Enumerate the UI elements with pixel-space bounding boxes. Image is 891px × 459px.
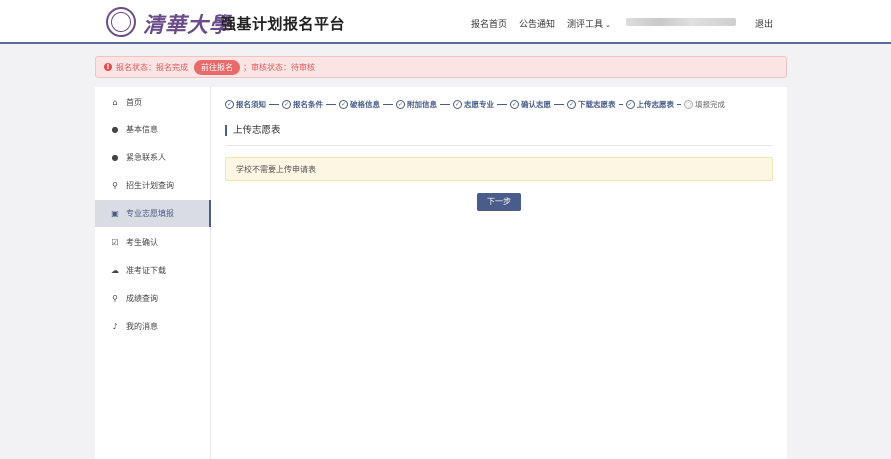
step-label: 下载志愿表 [578, 100, 616, 109]
sidebar-item-label: 我的消息 [126, 322, 158, 331]
step-connector [383, 104, 393, 105]
user-icon: ● [111, 153, 119, 162]
step-label: 报名条件 [293, 100, 323, 109]
university-seal-logo [106, 7, 136, 37]
step-1: ✓ 报名须知 [225, 99, 266, 110]
check-circle-icon: ✓ [396, 100, 405, 109]
step-4: ✓ 附加信息 [396, 99, 437, 110]
nav-notices-link[interactable]: 公告通知 [519, 17, 555, 30]
home-icon: ⌂ [112, 98, 118, 107]
step-3: ✓ 破格信息 [339, 99, 380, 110]
search-icon: ⚲ [112, 181, 118, 190]
check-circle-icon: ✓ [510, 100, 519, 109]
step-5: ✓ 志愿专业 [453, 99, 494, 110]
site-title: 强基计划报名平台 [221, 15, 346, 33]
sidebar: ⌂ 首页 ● 基本信息 ● 紧急联系人 ⚲ 招生计划查询 ▣ 专业志愿填报 ☑ 考生确认 ☁… [95, 87, 211, 459]
step-connector [440, 104, 450, 105]
sidebar-item-label: 准考证下载 [126, 266, 166, 275]
go-register-button[interactable]: 前往报名 [194, 59, 240, 75]
sidebar-item-label: 考生确认 [126, 238, 158, 247]
sidebar-item-label: 专业志愿填报 [126, 209, 174, 218]
sidebar-item-emergency-contact[interactable]: ● 紧急联系人 [95, 144, 211, 171]
step-6: ✓ 确认志愿 [510, 99, 551, 110]
sidebar-item-admission-ticket[interactable]: ☁ 准考证下载 [95, 257, 211, 284]
nav-home-link[interactable]: 报名首页 [471, 17, 507, 30]
main-panel: ⌂ 首页 ● 基本信息 ● 紧急联系人 ⚲ 招生计划查询 ▣ 专业志愿填报 ☑ 考生确认 ☁… [95, 87, 787, 459]
pending-circle-icon: ○ [684, 100, 693, 109]
nav-tools-label: 测评工具 [567, 20, 604, 30]
sidebar-item-home[interactable]: ⌂ 首页 [95, 89, 211, 116]
step-label: 附加信息 [407, 100, 437, 109]
check-circle-icon: ✓ [339, 100, 348, 109]
confirm-icon: ☑ [111, 238, 119, 247]
cloud-download-icon: ☁ [111, 266, 119, 275]
check-circle-icon: ✓ [282, 100, 291, 109]
step-label: 上传志愿表 [636, 100, 675, 109]
step-9: ○ 填报完成 [684, 99, 725, 110]
sidebar-item-basic-info[interactable]: ● 基本信息 [95, 116, 211, 143]
registration-status-text: 报名状态：报名完成 [116, 62, 188, 72]
notice-box: 学校不需要上传申请表 [225, 157, 773, 181]
section-title: 上传志愿表 [225, 125, 281, 136]
sidebar-item-plan-query[interactable]: ⚲ 招生计划查询 [95, 172, 211, 199]
step-connector [269, 104, 279, 105]
sidebar-item-candidate-confirm[interactable]: ☑ 考生确认 [95, 229, 211, 256]
review-status-text: ；审核状态：待审核 [243, 62, 315, 72]
notice-text: 学校不需要上传申请表 [236, 164, 316, 174]
top-header: 清華大學 强基计划报名平台 报名首页 公告通知 测评工具 ⌄ 退出 [0, 0, 891, 44]
step-connector [497, 104, 507, 105]
sidebar-item-label: 成绩查询 [126, 294, 158, 303]
chevron-down-icon: ⌄ [605, 21, 611, 29]
step-2: ✓ 报名条件 [282, 99, 323, 110]
sidebar-item-major-preference[interactable]: ▣ 专业志愿填报 [95, 200, 211, 227]
sidebar-item-label: 首页 [126, 98, 142, 107]
check-circle-icon: ✓ [567, 100, 576, 109]
step-connector [618, 104, 623, 105]
user-name-blurred [626, 18, 736, 26]
university-logo-text: 清華大學 [143, 12, 231, 37]
step-label: 报名须知 [236, 100, 266, 109]
progress-steps: ✓ 报名须知 ✓ 报名条件 ✓ 破格信息 ✓ 附加信息 ✓ 志愿专业 ✓ 确认志愿 ✓ 下载志… [225, 99, 725, 110]
form-icon: ▣ [111, 209, 119, 218]
alert-icon: ! [104, 63, 112, 71]
sidebar-item-messages[interactable]: ♪ 我的消息 [95, 313, 211, 340]
step-label: 破格信息 [350, 100, 380, 109]
sidebar-item-label: 招生计划查询 [126, 181, 174, 190]
logout-link[interactable]: 退出 [755, 17, 773, 30]
content-area: ✓ 报名须知 ✓ 报名条件 ✓ 破格信息 ✓ 附加信息 ✓ 志愿专业 ✓ 确认志愿 ✓ 下载志… [211, 87, 787, 459]
user-icon: ● [111, 125, 119, 134]
step-8: ✓ 上传志愿表 [625, 99, 675, 110]
status-alert: ! 报名状态：报名完成 前往报名 ；审核状态：待审核 [95, 56, 787, 78]
bell-icon: ♪ [112, 322, 118, 331]
step-7: ✓ 下载志愿表 [567, 99, 616, 110]
step-label: 志愿专业 [464, 100, 494, 109]
check-circle-icon: ✓ [225, 100, 234, 109]
check-circle-icon: ✓ [625, 100, 635, 109]
step-connector [677, 104, 681, 105]
search-icon: ⚲ [112, 294, 118, 303]
step-connector [326, 104, 336, 105]
sidebar-item-score-query[interactable]: ⚲ 成绩查询 [95, 285, 211, 312]
step-label: 确认志愿 [521, 100, 551, 109]
next-step-button[interactable]: 下一步 [477, 193, 521, 211]
check-circle-icon: ✓ [453, 100, 462, 109]
sidebar-item-label: 紧急联系人 [126, 153, 166, 162]
divider [225, 145, 773, 146]
nav-tools-dropdown[interactable]: 测评工具 ⌄ [567, 17, 611, 30]
sidebar-item-label: 基本信息 [126, 125, 158, 134]
step-connector [554, 104, 564, 105]
step-label: 填报完成 [695, 100, 725, 109]
